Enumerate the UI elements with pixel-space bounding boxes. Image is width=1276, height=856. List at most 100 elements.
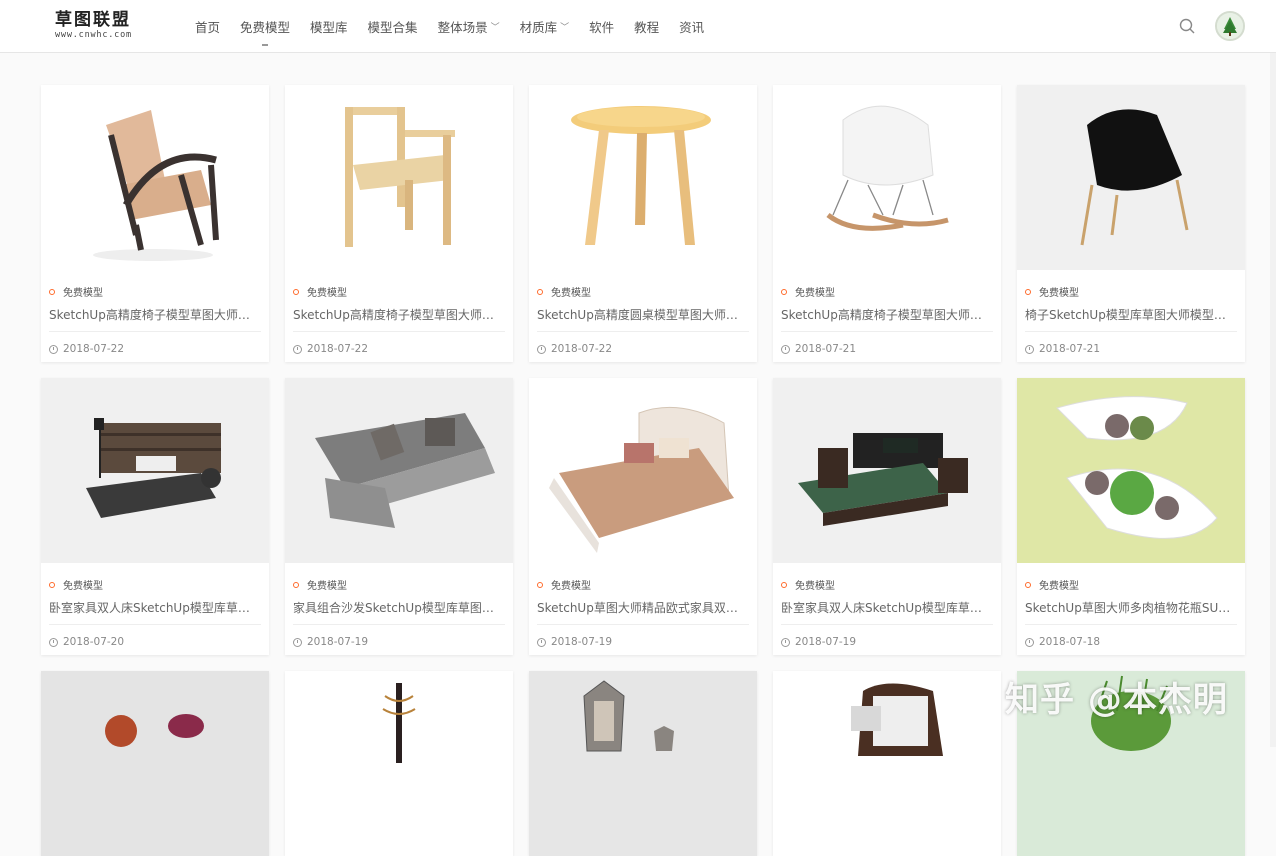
post-date: 2018-07-19 [781,636,856,648]
model-thumbnail-rocking-chair[interactable] [773,85,1001,270]
date-text: 2018-07-22 [63,343,125,355]
model-card[interactable] [285,671,513,856]
model-card[interactable]: 免费模型 SketchUp高精度椅子模型草图大师椅子模型下载 2018-07-21 [773,85,1001,362]
logo-main-text: 草图联盟 [55,10,131,30]
category-tag[interactable]: 免费模型 [781,577,835,592]
model-thumbnail-coat-rack[interactable] [285,671,513,856]
nav-item-5[interactable]: 材质库 ﹀ [520,0,570,53]
clock-icon [537,344,546,354]
model-card[interactable]: 免费模型椅子SketchUp模型库草图大师模型下载 2018-07-21 [1017,85,1245,362]
category-dot-icon [1025,288,1031,295]
nav-item-label: 软件 [589,20,615,35]
clock-icon [537,637,546,647]
model-card[interactable]: 免费模型 SketchUp高精度椅子模型草图大师椅子模型下载 2018-07-22 [285,85,513,362]
category-dot-icon [1025,581,1031,588]
nav-item-1[interactable]: 免费模型 [240,0,290,53]
chevron-down-icon: ﹀ [560,23,570,33]
model-thumbnail-baroque-chair[interactable] [773,671,1001,856]
model-thumbnail-black-lounge-chair[interactable] [1017,85,1245,270]
model-thumbnail-dark-bed[interactable] [41,378,269,563]
nav-item-2[interactable]: 模型库 [310,0,348,53]
model-card[interactable]: 免费模型 SketchUp草图大师多肉植物花瓶SU模型下载 2018-07-18 [1017,378,1245,655]
model-thumbnail-round-table[interactable] [529,85,757,270]
model-title[interactable]: SketchUp高精度椅子模型草图大师椅子模型下载 [781,306,993,323]
model-thumbnail-european-bed[interactable] [529,378,757,563]
date-text: 2018-07-21 [795,343,857,355]
model-card[interactable]: 免费模型 SketchUp高精度椅子模型草图大师椅子模型下载 2018-07-22 [41,85,269,362]
nav-item-label: 模型库 [310,20,348,35]
model-card[interactable] [529,671,757,856]
model-title[interactable]: SketchUp高精度椅子模型草图大师椅子模型下载 [49,306,261,323]
scrollbar-track[interactable] [1270,53,1276,747]
model-title[interactable]: 卧室家具双人床SketchUp模型库草图大师模型下载 [781,599,993,616]
category-tag[interactable]: 免费模型 [537,284,591,299]
nav-item-4[interactable]: 整体场景 ﹀ [438,0,500,53]
model-title[interactable]: SketchUp草图大师多肉植物花瓶SU模型下载 [1025,599,1237,616]
category-label: 免费模型 [63,581,103,592]
model-title[interactable]: 卧室家具双人床SketchUp模型库草图大师模型下载 [49,599,261,616]
model-card[interactable] [773,671,1001,856]
category-tag[interactable]: 免费模型 [293,577,347,592]
category-dot-icon [49,288,55,295]
model-thumbnail-green-bed[interactable] [773,378,1001,563]
date-text: 2018-07-19 [307,636,369,648]
model-card[interactable]: 免费模型卧室家具双人床SketchUp模型库草图大师模型下载 2018-07-20 [41,378,269,655]
nav-item-6[interactable]: 软件 [589,0,614,53]
category-tag[interactable]: 免费模型 [293,284,347,299]
post-date: 2018-07-21 [1025,343,1100,355]
card-divider [49,624,261,625]
nav-item-8[interactable]: 资讯 [679,0,704,53]
model-title[interactable]: SketchUp高精度椅子模型草图大师椅子模型下载 [293,306,505,323]
model-thumbnail-onions[interactable] [41,671,269,856]
category-tag[interactable]: 免费模型 [49,577,103,592]
top-navigation-bar: 草图联盟 www.cnwhc.com 首页 免费模型 模型库 模型合集 整体场景 ﹀ 材质库… [0,0,1276,53]
model-card[interactable]: 免费模型卧室家具双人床SketchUp模型库草图大师模型下载 2018-07-19 [773,378,1001,655]
model-thumbnail-wood-chair[interactable] [285,85,513,270]
clock-icon [781,637,790,647]
model-card[interactable]: 免费模型 SketchUp高精度圆桌模型草图大师椅子模型下载 2018-07-22 [529,85,757,362]
model-title[interactable]: 家具组合沙发SketchUp模型库草图大师模型下载 [293,599,505,616]
category-dot-icon [293,288,299,295]
model-thumbnail-grey-sofa[interactable] [285,378,513,563]
category-tag[interactable]: 免费模型 [1025,284,1079,299]
card-divider [49,331,261,332]
model-title[interactable]: SketchUp高精度圆桌模型草图大师椅子模型下载 [537,306,749,323]
model-thumbnail-lanterns[interactable] [529,671,757,856]
nav-item-0[interactable]: 首页 [195,0,220,53]
post-date: 2018-07-20 [49,636,124,648]
model-thumbnail-armchair[interactable] [41,85,269,270]
category-tag[interactable]: 免费模型 [537,577,591,592]
category-dot-icon [781,581,787,588]
post-date: 2018-07-18 [1025,636,1100,648]
search-icon[interactable] [1178,17,1196,35]
model-thumbnail-succulent-planter[interactable] [1017,378,1245,563]
category-label: 免费模型 [551,581,591,592]
category-label: 免费模型 [1039,288,1079,299]
category-tag[interactable]: 免费模型 [781,284,835,299]
category-dot-icon [537,288,543,295]
nav-item-label: 资讯 [679,20,705,35]
tree-avatar-icon [1217,13,1243,39]
category-label: 免费模型 [307,581,347,592]
model-card[interactable] [41,671,269,856]
post-date: 2018-07-22 [49,343,124,355]
nav-item-label: 材质库 [519,20,558,35]
site-logo[interactable]: 草图联盟 www.cnwhc.com [55,10,155,40]
nav-item-3[interactable]: 模型合集 [368,0,418,53]
user-avatar[interactable] [1215,11,1245,41]
card-divider [1025,331,1237,332]
card-divider [1025,624,1237,625]
model-title[interactable]: 椅子SketchUp模型库草图大师模型下载 [1025,306,1237,323]
model-card[interactable]: 免费模型 SketchUp草图大师精品欧式家具双人床模型下载 2018-07-19 [529,378,757,655]
model-title[interactable]: SketchUp草图大师精品欧式家具双人床模型下载 [537,599,749,616]
category-tag[interactable]: 免费模型 [1025,577,1079,592]
nav-item-label: 整体场景 [437,20,488,35]
post-date: 2018-07-22 [293,343,368,355]
card-divider [781,331,993,332]
date-text: 2018-07-19 [795,636,857,648]
nav-item-label: 首页 [195,20,221,35]
nav-item-7[interactable]: 教程 [634,0,659,53]
category-dot-icon [537,581,543,588]
category-tag[interactable]: 免费模型 [49,284,103,299]
model-card[interactable]: 免费模型家具组合沙发SketchUp模型库草图大师模型下载 2018-07-19 [285,378,513,655]
